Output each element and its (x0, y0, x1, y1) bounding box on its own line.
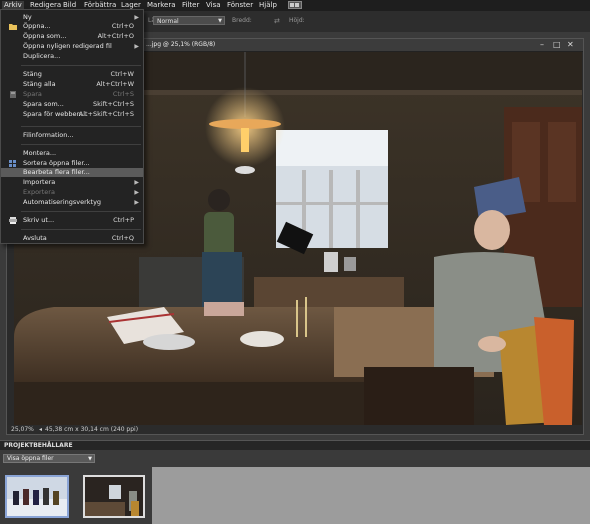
project-bin-dropdown-value: Visa öppna filer (7, 455, 54, 462)
menu-item-automatiseringsverktyg[interactable]: Automatiseringsverktyg ▶ (1, 198, 143, 207)
menu-separator (21, 211, 141, 212)
menu-item-label: Spara (23, 90, 42, 98)
chevron-right-icon: ▶ (134, 14, 139, 21)
menu-item-spara[interactable]: Spara Ctrl+S (1, 90, 143, 99)
organize-icon (9, 160, 16, 167)
menu-item-label: Skriv ut... (23, 216, 55, 224)
menu-item-label: Automatiseringsverktyg (23, 198, 102, 206)
menu-item-label: Duplicera... (23, 52, 61, 60)
menu-item-label: Öppna som... (23, 32, 67, 40)
menu-item-spara-for-webben[interactable]: Spara för webben... Alt+Skift+Ctrl+S (1, 110, 143, 119)
menu-item-label: Avsluta (23, 234, 47, 242)
menu-item-label: Stäng alla (23, 80, 56, 88)
zoom-readout: 25,07% (11, 426, 34, 433)
menu-item-label: Sortera öppna filer... (23, 159, 90, 167)
menu-separator (21, 126, 141, 127)
file-menu-dropdown: Ny ▶ Öppna... Ctrl+O Öppna som... Alt+Ct… (0, 9, 144, 244)
menu-item-exportera[interactable]: Exportera ▶ (1, 188, 143, 197)
menu-item-label: Filinformation... (23, 131, 74, 139)
menu-item-oppna-som[interactable]: Öppna som... Alt+Ctrl+O (1, 32, 143, 41)
folder-icon (9, 24, 17, 30)
maximize-icon[interactable]: □ (553, 40, 561, 50)
menu-separator (21, 229, 141, 230)
menu-item-shortcut: Alt+Ctrl+O (97, 32, 134, 40)
document-size-readout: 45,38 cm x 30,14 cm (240 ppi) (45, 426, 139, 433)
chevron-down-icon: ▼ (218, 18, 222, 24)
menu-markera[interactable]: Markera (145, 1, 178, 10)
menu-item-montera[interactable]: Montera... (1, 149, 143, 158)
menu-item-shortcut: Ctrl+W (110, 70, 134, 78)
mode-select[interactable]: Normal ▼ (153, 16, 225, 25)
menu-visa[interactable]: Visa (204, 1, 223, 10)
menu-filter[interactable]: Filter (180, 1, 201, 10)
palette-bin-area (152, 467, 590, 524)
menu-item-skriv-ut[interactable]: Skriv ut... Ctrl+P (1, 216, 143, 225)
menu-item-bearbeta-flera[interactable]: Bearbeta flera filer... (1, 168, 143, 177)
menu-item-shortcut: Alt+Skift+Ctrl+S (78, 110, 134, 118)
width-label: Bredd: (232, 17, 252, 24)
project-bin-thumbnail[interactable] (5, 475, 69, 518)
project-bin-dropdown[interactable]: Visa öppna filer ▼ (3, 454, 95, 463)
menu-item-label: Bearbeta flera filer... (23, 168, 90, 176)
menu-item-label: Exportera (23, 188, 55, 196)
menu-hjalp[interactable]: Hjälp (257, 1, 279, 10)
menu-item-filinformation[interactable]: Filinformation... (1, 131, 143, 140)
printer-icon (9, 217, 17, 224)
menu-item-oppna-nyligen[interactable]: Öppna nyligen redigerad fil ▶ (1, 42, 143, 51)
chevron-right-icon: ▶ (134, 189, 139, 196)
height-label: Höjd: (289, 17, 305, 24)
menu-item-label: Spara som... (23, 100, 64, 108)
swap-icon[interactable]: ⇄ (274, 17, 280, 25)
menu-separator (21, 65, 141, 66)
mode-value: Normal (157, 18, 179, 25)
document-title: ...jpg @ 25,1% (RGB/8) (146, 41, 216, 48)
menu-item-duplicera[interactable]: Duplicera... (1, 52, 143, 61)
menu-item-label: Öppna nyligen redigerad fil (23, 42, 112, 50)
menu-separator (21, 144, 141, 145)
menu-item-oppna[interactable]: Öppna... Ctrl+O (1, 22, 143, 31)
menu-item-sortera[interactable]: Sortera öppna filer... (1, 159, 143, 168)
menu-item-shortcut: Ctrl+P (113, 216, 134, 224)
menu-item-spara-som[interactable]: Spara som... Skift+Ctrl+S (1, 100, 143, 109)
menu-item-label: Importera (23, 178, 56, 186)
menu-item-label: Ny (23, 13, 32, 21)
menu-item-avsluta[interactable]: Avsluta Ctrl+Q (1, 234, 143, 243)
save-icon (10, 91, 16, 98)
chevron-right-icon: ▶ (134, 43, 139, 50)
project-bin-toolbar: Visa öppna filer ▼ (0, 450, 590, 467)
menu-item-shortcut: Ctrl+S (112, 90, 134, 98)
menu-item-label: Öppna... (23, 22, 51, 30)
close-icon[interactable]: ✕ (567, 40, 574, 50)
chevron-right-icon: ▶ (134, 199, 139, 206)
menu-item-stang-alla[interactable]: Stäng alla Alt+Ctrl+W (1, 80, 143, 89)
menu-item-label: Stäng (23, 70, 42, 78)
project-bin-title: PROJEKTBEHÅLLARE (4, 442, 73, 449)
menu-item-importera[interactable]: Importera ▶ (1, 178, 143, 187)
menu-fonster[interactable]: Fönster (225, 1, 255, 10)
menu-item-shortcut: Skift+Ctrl+S (92, 100, 134, 108)
status-arrow-icon[interactable]: ◂ (39, 426, 42, 433)
chevron-right-icon: ▶ (134, 179, 139, 186)
menu-item-stang[interactable]: Stäng Ctrl+W (1, 70, 143, 79)
minimize-icon[interactable]: – (540, 40, 544, 50)
menu-item-shortcut: Alt+Ctrl+W (96, 80, 134, 88)
menu-item-ny[interactable]: Ny ▶ (1, 13, 143, 22)
project-bin-thumbnail[interactable] (83, 475, 145, 518)
menu-item-label: Spara för webben... (23, 110, 87, 118)
chevron-down-icon: ▼ (88, 456, 92, 462)
menu-item-shortcut: Ctrl+O (111, 22, 134, 30)
arrange-layout-icon[interactable] (288, 1, 302, 9)
menu-item-label: Montera... (23, 149, 57, 157)
document-statusbar: 25,07% ◂ 45,38 cm x 30,14 cm (240 ppi) (7, 425, 583, 434)
menu-item-shortcut: Ctrl+Q (111, 234, 134, 242)
